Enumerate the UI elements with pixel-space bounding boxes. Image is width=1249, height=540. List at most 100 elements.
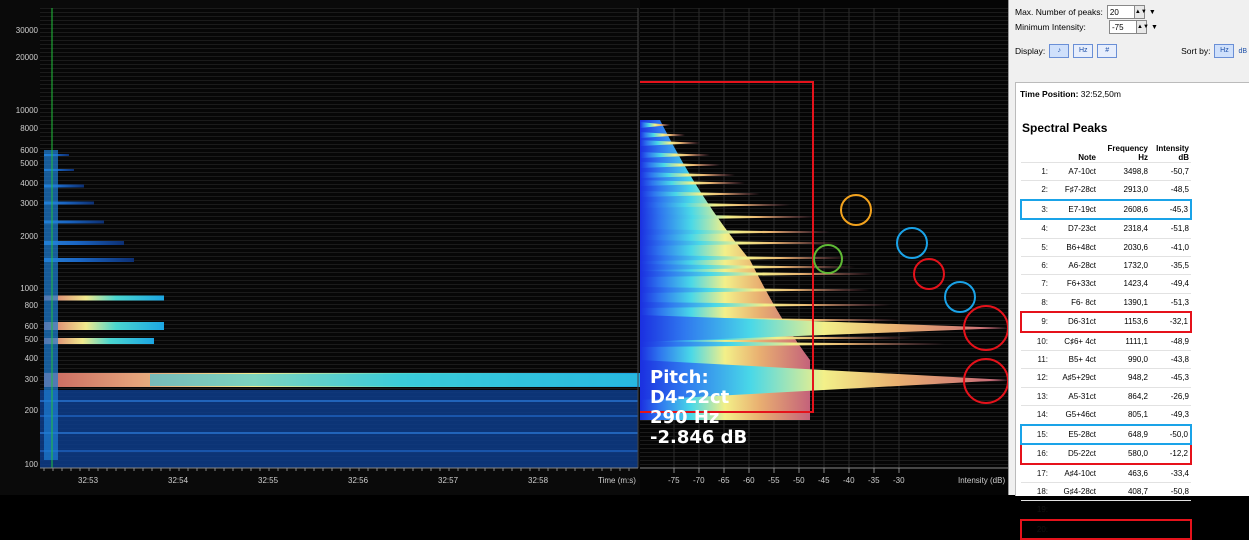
intensity-tick-label: -50	[793, 476, 805, 485]
spectrogram-canvas[interactable]	[0, 0, 640, 495]
peak-index: 1:	[1021, 161, 1050, 181]
y-tick-label: 300	[24, 375, 38, 384]
dropdown-arrow-icon[interactable]: ▼	[1149, 9, 1156, 16]
intensity-tick-label: -45	[818, 476, 830, 485]
peak-frequency: 580,0	[1098, 443, 1150, 465]
display-sharp-button[interactable]: #	[1097, 44, 1118, 58]
peak-row[interactable]: 12: A♯5+29ct 948,2 -45,3	[1021, 368, 1191, 388]
display-hz-button[interactable]: Hz	[1073, 44, 1094, 58]
display-row: Display: ♪ Hz # Sort by: Hz dB	[1015, 44, 1247, 58]
peak-frequency: 2318,4	[1098, 218, 1150, 239]
peak-row[interactable]: 4: D7-23ct 2318,4 -51,8	[1021, 218, 1191, 239]
min-intensity-value[interactable]: -75	[1110, 23, 1136, 32]
y-tick-label: 2000	[20, 232, 38, 241]
peak-index: 17:	[1021, 463, 1050, 483]
min-intensity-spinner[interactable]: -75 ▲▼	[1109, 20, 1149, 34]
sort-db-button[interactable]: dB	[1238, 48, 1247, 55]
peak-index: 3:	[1020, 198, 1050, 221]
pitch-intensity: -2.846 dB	[650, 427, 748, 448]
peak-frequency: 2030,6	[1098, 237, 1150, 257]
note-onset	[44, 150, 58, 460]
y-tick-label: 400	[24, 354, 38, 363]
min-intensity-label: Minimum Intensity:	[1015, 22, 1086, 32]
peak-note: A7-10ct	[1050, 161, 1098, 181]
spectral-analyzer-window: 30000 20000 10000 8000 6000 5000 4000 3000 2000 1…	[0, 0, 1249, 540]
peak-row[interactable]: 14: G5+46ct 805,1 -49,3	[1021, 405, 1191, 425]
display-label: Display:	[1015, 46, 1046, 56]
peak-intensity: -51,8	[1150, 218, 1191, 239]
y-tick-label: 10000	[15, 106, 38, 115]
peak-row[interactable]: 13: A5-31ct 864,2 -26,9	[1021, 386, 1191, 406]
peak-row[interactable]: 5: B6+48ct 2030,6 -41,0	[1021, 237, 1191, 257]
time-position-label: Time Position:	[1020, 89, 1079, 99]
peak-row[interactable]: 19: F♯4-44ct 360,7 -47,8	[1021, 500, 1191, 520]
peak-index: 12:	[1021, 368, 1050, 388]
y-tick-label: 8000	[20, 124, 38, 133]
peak-row[interactable]: 6: A6-28ct 1732,0 -35,5	[1021, 256, 1191, 275]
peak-row[interactable]: 7: F6+33ct 1423,4 -49,4	[1021, 274, 1191, 294]
peak-row[interactable]: 15: E5-28ct 648,9 -50,0	[1020, 423, 1192, 446]
peak-intensity: -45,3	[1150, 368, 1191, 388]
time-axis-label: Time (m:s)	[598, 476, 636, 485]
spinner-arrows-icon[interactable]: ▲▼	[1133, 6, 1147, 18]
peak-row[interactable]: 16: D5-22ct 580,0 -12,2	[1020, 443, 1192, 465]
max-peaks-spinner[interactable]: 20 ▲▼	[1106, 5, 1147, 19]
peak-intensity: -50,0	[1150, 423, 1192, 446]
fundamental-tail	[150, 374, 638, 386]
peak-intensity: -48,9	[1150, 331, 1191, 351]
peak-frequency: 864,2	[1098, 386, 1150, 406]
peak-index: 5:	[1021, 237, 1050, 257]
peak-index: 6:	[1021, 256, 1050, 275]
peak-note: A♯5+29ct	[1050, 368, 1098, 388]
display-note-button[interactable]: ♪	[1049, 44, 1070, 58]
peak-frequency: 2913,0	[1098, 180, 1150, 200]
col-intensity-header: Intensity dB	[1156, 144, 1189, 162]
peak-index: 16:	[1020, 443, 1050, 465]
col-note-header: Note	[1078, 153, 1096, 162]
spinner-arrows-icon[interactable]: ▲▼	[1136, 21, 1149, 33]
peak-row[interactable]: 11: B5+ 4ct 990,0 -43,8	[1021, 350, 1191, 369]
y-tick-label: 5000	[20, 159, 38, 168]
peaks-info-box[interactable]: Time Position: 32:52,50m Spectral Peaks …	[1015, 82, 1249, 540]
peak-frequency: 1153,6	[1098, 311, 1150, 333]
peak-frequency: 360,7	[1098, 500, 1150, 520]
spectrogram-view[interactable]: 30000 20000 10000 8000 6000 5000 4000 3000 2000 1…	[0, 0, 640, 495]
harmonic-band	[44, 322, 164, 330]
pitch-readout: Pitch: D4-22ct 290 Hz -2.846 dB	[650, 368, 747, 448]
intensity-tick-label: -40	[843, 476, 855, 485]
y-tick-label: 600	[24, 322, 38, 331]
peak-note: F6- 8ct	[1050, 292, 1098, 313]
x-tick-label: 32:55	[258, 476, 279, 485]
peak-row[interactable]: 3: E7-19ct 2608,6 -45,3	[1020, 198, 1192, 221]
peak-row[interactable]: 1: A7-10ct 3498,8 -50,7	[1021, 161, 1191, 181]
peak-note: D6-31ct	[1050, 311, 1098, 333]
peak-row[interactable]: 17: A♯4-10ct 463,6 -33,4	[1021, 463, 1191, 483]
peak-frequency: 805,1	[1098, 405, 1150, 425]
peak-row[interactable]: 9: D6-31ct 1153,6 -32,1	[1020, 311, 1192, 333]
dropdown-arrow-icon[interactable]: ▼	[1151, 24, 1158, 31]
peak-row[interactable]: 2: F♯7-28ct 2913,0 -48,5	[1021, 180, 1191, 200]
max-peaks-value[interactable]: 20	[1108, 8, 1134, 17]
sort-hz-button[interactable]: Hz	[1214, 44, 1235, 58]
col-frequency-header: Frequency Hz	[1107, 144, 1148, 162]
peak-note: F♯4-44ct	[1050, 500, 1098, 520]
max-peaks-label: Max. Number of peaks:	[1015, 7, 1103, 17]
peak-intensity: -50,7	[1150, 161, 1191, 181]
pitch-label: Pitch:	[650, 367, 709, 388]
peak-index: 2:	[1021, 180, 1050, 200]
peak-note: D7-23ct	[1050, 218, 1098, 239]
y-tick-label: 200	[24, 406, 38, 415]
peak-row[interactable]: 8: F6- 8ct 1390,1 -51,3	[1021, 292, 1191, 313]
peak-intensity: -35,5	[1150, 256, 1191, 275]
peak-row[interactable]: 10: C♯6+ 4ct 1111,1 -48,9	[1021, 331, 1191, 351]
peak-index: 9:	[1020, 311, 1050, 333]
peak-index: 19:	[1021, 500, 1050, 520]
time-position: Time Position: 32:52,50m	[1020, 89, 1121, 99]
peak-row[interactable]: 20: D4-22ct 290,0 -9,0	[1020, 518, 1192, 540]
x-tick-label: 32:56	[348, 476, 369, 485]
peak-index: 20:	[1020, 518, 1050, 540]
y-tick-label: 30000	[15, 26, 38, 35]
peak-note: G5+46ct	[1050, 405, 1098, 425]
peak-index: 11:	[1021, 350, 1050, 369]
peak-row[interactable]: 18: G♯4-28ct 408,7 -50,8	[1021, 481, 1191, 501]
